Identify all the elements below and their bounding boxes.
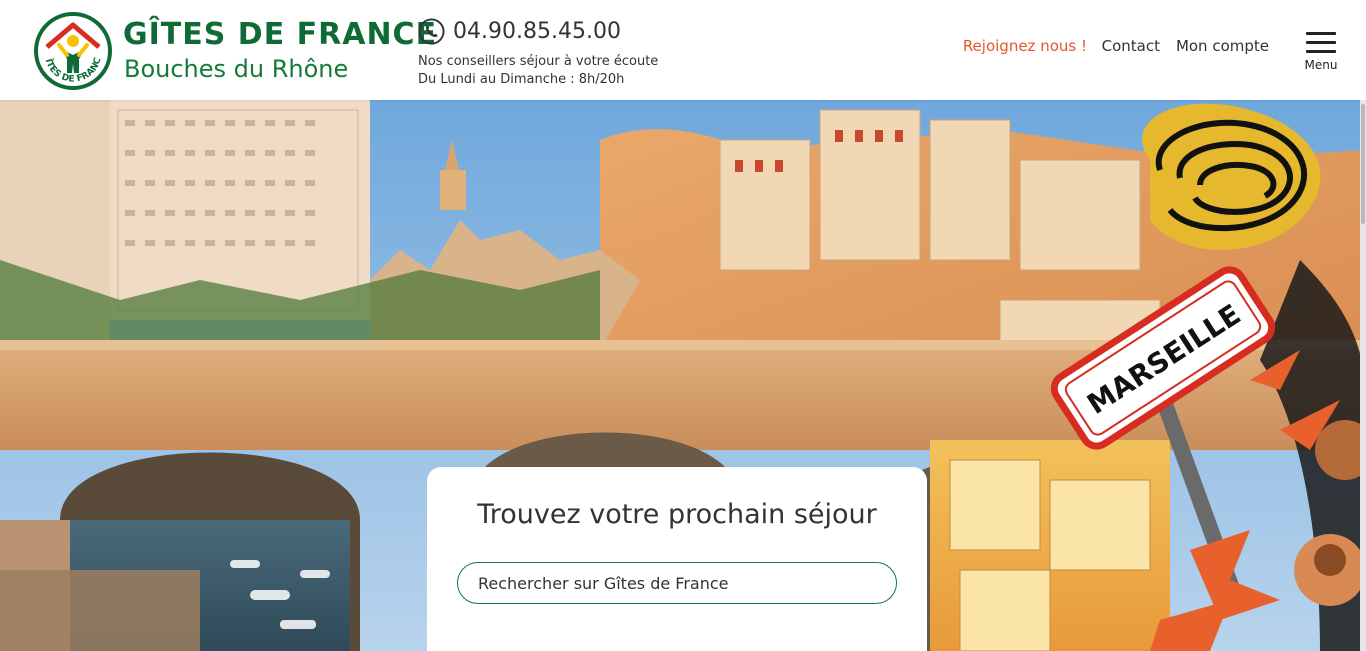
- phone-row[interactable]: 04.90.85.45.00: [418, 18, 658, 45]
- search-input[interactable]: [457, 562, 897, 604]
- my-account-link[interactable]: Mon compte: [1176, 37, 1269, 55]
- menu-label: Menu: [1304, 58, 1338, 72]
- phone-number[interactable]: 04.90.85.45.00: [453, 19, 621, 44]
- search-title: Trouvez votre prochain séjour: [477, 499, 877, 530]
- menu-button[interactable]: Menu: [1304, 32, 1338, 74]
- site-header: GÎTES DE FRANCE GÎTES DE FRANCE Bouches …: [0, 0, 1366, 100]
- phone-icon: [418, 18, 445, 45]
- brand-subtitle: Bouches du Rhône: [124, 55, 349, 83]
- contact-link[interactable]: Contact: [1102, 37, 1160, 55]
- opening-hours-text: Du Lundi au Dimanche : 8h/20h: [418, 72, 625, 87]
- join-us-link[interactable]: Rejoignez nous !: [963, 37, 1087, 55]
- advisor-availability-text: Nos conseillers séjour à votre écoute: [418, 54, 659, 69]
- gites-de-france-logo-icon: GÎTES DE FRANCE: [33, 11, 112, 90]
- search-card: Trouvez votre prochain séjour: [427, 467, 927, 651]
- hamburger-icon: [1304, 32, 1338, 53]
- scrollbar-thumb[interactable]: [1361, 104, 1365, 224]
- contact-block: 04.90.85.45.00 Nos conseillers séjour à …: [418, 18, 658, 89]
- brand-title: GÎTES DE FRANCE: [123, 17, 438, 52]
